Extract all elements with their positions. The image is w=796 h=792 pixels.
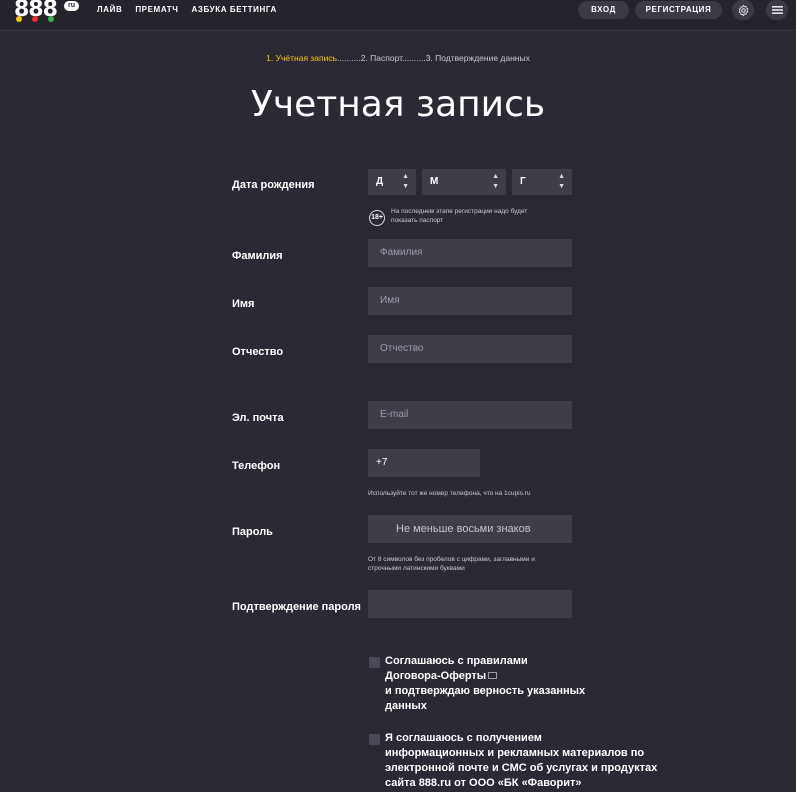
register-button[interactable]: РЕГИСТРАЦИЯ: [635, 1, 722, 19]
agree-marketing-text: Я соглашаюсь с получением информационных…: [385, 731, 657, 791]
select-arrows-icon: ▲ ▼: [492, 173, 499, 190]
menu-button[interactable]: [766, 0, 788, 20]
offer-link[interactable]: Договора-Оферты: [385, 670, 486, 682]
top-header: 888 ru ЛАЙВ ПРЕМАТЧ АЗБУКА БЕТТИНГА ВХОД…: [0, 0, 796, 31]
phone-label: Телефон: [232, 460, 281, 472]
step-passport: 2. Паспорт: [360, 53, 403, 63]
nav-item-betting-abc[interactable]: АЗБУКА БЕТТИНГА: [192, 5, 277, 14]
logo-dot-1: [16, 16, 22, 22]
password-hint-line2: строчными латинскими буквами: [368, 565, 465, 572]
birth-month-select[interactable]: М ▲ ▼: [422, 169, 506, 195]
email-input[interactable]: E-mail: [368, 401, 572, 429]
agree-terms-checkbox[interactable]: [369, 657, 380, 668]
agree-terms-line4: данных: [385, 700, 427, 712]
agree-marketing-line1: Я соглашаюсь с получением: [385, 732, 542, 744]
password-input[interactable]: Не меньше восьми знаков: [368, 515, 572, 543]
step-account: 1. Учётная запись: [266, 53, 338, 63]
agree-marketing-line2: информационных и рекламных материалов по: [385, 747, 645, 759]
step-separator: ..........: [402, 53, 426, 63]
birth-month-value: М: [430, 176, 439, 187]
nav-item-live[interactable]: ЛАЙВ: [97, 5, 122, 14]
patronymic-input[interactable]: Отчество: [368, 335, 572, 363]
agree-terms-line3: и подтверждаю верность указанных: [385, 685, 586, 697]
password-hint-line1: От 8 символов без пробелов с цифрами, за…: [368, 556, 535, 563]
birthdate-hint-line1: На последнем этапе регистрации надо буде…: [391, 208, 528, 215]
link-icon: [488, 672, 498, 679]
main-nav: ЛАЙВ ПРЕМАТЧ АЗБУКА БЕТТИНГА: [97, 5, 277, 14]
registration-steps: 1. Учётная запись..........2. Паспорт...…: [0, 53, 796, 63]
email-label: Эл. почта: [232, 412, 284, 424]
firstname-label: Имя: [232, 298, 255, 310]
birth-day-select[interactable]: Д ▲ ▼: [368, 169, 416, 195]
login-button[interactable]: ВХОД: [578, 1, 629, 19]
agree-marketing-checkbox[interactable]: [369, 734, 380, 745]
phone-hint: Используйте тот же номер телефона, что н…: [368, 490, 531, 497]
select-arrows-icon: ▲ ▼: [558, 173, 565, 190]
patronymic-label: Отчество: [232, 346, 284, 358]
agree-terms-line1: Соглашаюсь с правилами: [385, 655, 528, 667]
logo-suffix: ru: [64, 1, 79, 11]
password-label: Пароль: [232, 526, 273, 538]
password-hint: От 8 символов без пробелов с цифрами, за…: [368, 555, 535, 573]
page-title: Учетная запись: [250, 84, 546, 125]
nav-item-prematch[interactable]: ПРЕМАТЧ: [135, 5, 178, 14]
birthdate-hint: На последнем этапе регистрации надо буде…: [391, 207, 527, 225]
birth-day-value: Д: [376, 176, 384, 187]
step-separator: ..........: [337, 53, 361, 63]
birth-year-select[interactable]: Г ▲ ▼: [512, 169, 572, 195]
lastname-label: Фамилия: [232, 250, 283, 262]
birthdate-hint-line2: показать паспорт: [391, 217, 444, 224]
password-confirm-input[interactable]: [368, 590, 572, 618]
agree-terms-text: Соглашаюсь с правилами Договора-Оферты и…: [385, 654, 585, 714]
select-arrows-icon: ▲ ▼: [402, 173, 409, 190]
agree-marketing-line4: сайта 888.ru от ООО «БК «Фаворит»: [385, 777, 582, 789]
phone-input[interactable]: +7: [368, 449, 480, 477]
birthdate-label: Дата рождения: [232, 179, 315, 191]
gear-icon: [738, 3, 748, 17]
agree-marketing-line3: электронной почте и СМС об услугах и про…: [385, 762, 658, 774]
settings-button[interactable]: [732, 0, 754, 20]
logo-dot-3: [48, 16, 54, 22]
lastname-input[interactable]: Фамилия: [368, 239, 572, 267]
birth-year-value: Г: [520, 176, 526, 187]
menu-icon: [771, 6, 783, 14]
step-confirmation: 3. Подтверждение данных: [425, 53, 530, 63]
password-confirm-label: Подтверждение пароля: [232, 601, 361, 613]
age-18-icon: 18+: [369, 210, 385, 226]
logo-dot-2: [32, 16, 38, 22]
logo[interactable]: 888 ru: [14, 0, 80, 22]
firstname-input[interactable]: Имя: [368, 287, 572, 315]
